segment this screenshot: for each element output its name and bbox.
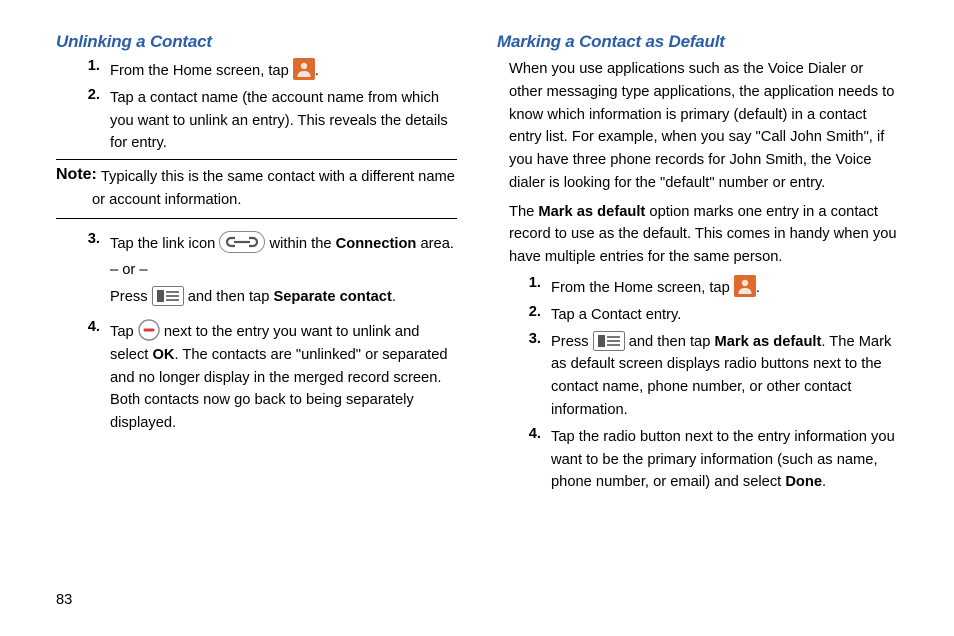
note-text: or account information. (92, 189, 457, 212)
bold-text: Mark as default (538, 204, 645, 220)
step-1-right: 1. From the Home screen, tap . (497, 275, 898, 300)
step-text: Tap next to the entry you want to unlink… (110, 319, 457, 435)
contact-icon (734, 275, 756, 297)
step-number: 4. (497, 426, 551, 494)
bold-text: Mark as default (714, 334, 821, 350)
step-text: Tap a contact name (the account name fro… (110, 87, 457, 155)
step-2-right: 2. Tap a Contact entry. (497, 304, 898, 327)
text: Tap the link icon (110, 236, 219, 252)
paragraph: The Mark as default option marks one ent… (509, 201, 898, 269)
step-text: Tap a Contact entry. (551, 304, 898, 327)
text: Tap (110, 324, 138, 340)
text: Press (551, 334, 593, 350)
step-number: 3. (56, 231, 110, 309)
step-number: 3. (497, 331, 551, 422)
text: Press (110, 289, 152, 305)
contact-icon (293, 58, 315, 80)
note-block: Note: Typically this is the same contact… (56, 159, 457, 219)
text: and then tap (184, 289, 274, 305)
bold-text: Separate contact (273, 289, 391, 305)
note-text: Typically this is the same contact with … (101, 166, 457, 189)
right-column: Marking a Contact as Default When you us… (497, 32, 898, 582)
step-number: 1. (497, 275, 551, 300)
text: . (822, 474, 826, 490)
step-4-right: 4. Tap the radio button next to the entr… (497, 426, 898, 494)
text: . (756, 280, 760, 296)
step-3-left: 3. Tap the link icon within the Connecti… (56, 231, 457, 309)
link-icon (219, 231, 265, 253)
minus-icon (138, 319, 160, 341)
left-column: Unlinking a Contact 1. From the Home scr… (56, 32, 457, 582)
text: The (509, 204, 538, 220)
step-number: 2. (497, 304, 551, 327)
text: within the (265, 236, 335, 252)
step-text: From the Home screen, tap . (551, 275, 898, 300)
text: From the Home screen, tap (551, 280, 734, 296)
manual-page: Unlinking a Contact 1. From the Home scr… (0, 0, 954, 636)
text: area. (416, 236, 454, 252)
menu-icon (593, 331, 625, 351)
text: . (392, 289, 396, 305)
step-4-left: 4. Tap next to the entry you want to unl… (56, 319, 457, 435)
note-label: Note: (56, 166, 97, 189)
step-text: From the Home screen, tap . (110, 58, 457, 83)
step-text: Tap the link icon within the Connection … (110, 231, 457, 309)
menu-icon (152, 286, 184, 306)
step-text: Tap the radio button next to the entry i… (551, 426, 898, 494)
text: and then tap (625, 334, 715, 350)
two-column-layout: Unlinking a Contact 1. From the Home scr… (56, 32, 898, 582)
steps-left-a: 1. From the Home screen, tap . 2. Tap a … (56, 58, 457, 155)
or-line: – or – (110, 259, 457, 282)
text: From the Home screen, tap (110, 63, 293, 79)
step-number: 4. (56, 319, 110, 435)
page-number: 83 (56, 582, 898, 608)
steps-right: 1. From the Home screen, tap . 2. Tap a … (497, 275, 898, 494)
paragraph: When you use applications such as the Vo… (509, 58, 898, 195)
step-3-right: 3. Press and then tap Mark as default. T… (497, 331, 898, 422)
section-title-default: Marking a Contact as Default (497, 32, 898, 52)
text: . (315, 63, 319, 79)
bold-text: OK (152, 347, 174, 363)
step-2-left: 2. Tap a contact name (the account name … (56, 87, 457, 155)
section-title-unlinking: Unlinking a Contact (56, 32, 457, 52)
step-number: 2. (56, 87, 110, 155)
step-text: Press and then tap Mark as default. The … (551, 331, 898, 422)
step-number: 1. (56, 58, 110, 83)
step-1-left: 1. From the Home screen, tap . (56, 58, 457, 83)
bold-text: Done (785, 474, 822, 490)
press-line: Press and then tap Separate contact. (110, 286, 457, 309)
text: Tap the radio button next to the entry i… (551, 429, 895, 491)
steps-left-b: 3. Tap the link icon within the Connecti… (56, 231, 457, 435)
bold-text: Connection (336, 236, 417, 252)
